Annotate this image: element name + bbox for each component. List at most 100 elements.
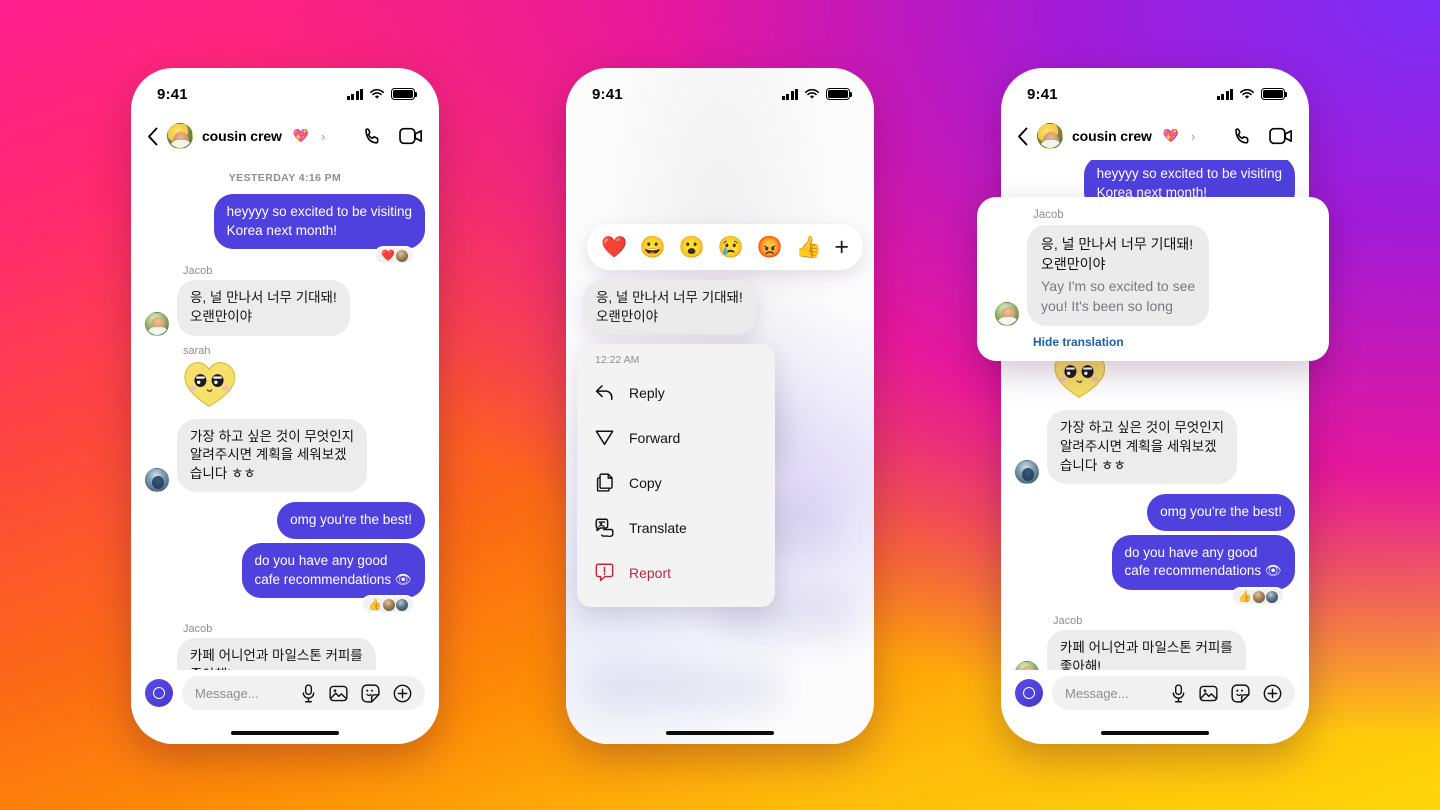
status-indicators [346,88,418,100]
add-plus-icon[interactable] [1263,684,1282,703]
photo-gallery-icon[interactable] [1199,684,1218,703]
avatar[interactable] [1037,123,1063,149]
message-list[interactable]: YESTERDAY 4:16 PM heyyyy so excited to b… [131,160,439,670]
reactor-avatar [396,598,408,611]
message-bubble[interactable]: do you have any good cafe recommendation… [241,543,425,599]
status-time: 9:41 [592,85,623,103]
reaction-pill-wrap: ❤️ [145,246,425,266]
menu-item-translate[interactable]: Translate [577,505,775,550]
forward-send-icon [595,428,614,447]
context-menu[interactable]: 12:22 AM Reply Forward Copy Translate Re… [577,344,775,607]
microphone-icon[interactable] [1171,683,1186,703]
message-row-in[interactable]: 카페 어니언과 마일스톤 커피를 좋아해! [145,638,425,670]
sender-label: Jacob [1033,209,1064,221]
sender-label: sarah [183,344,211,357]
message-input-placeholder[interactable]: Message... [1065,686,1158,701]
message-bubble[interactable]: 응, 널 만나서 너무 기대돼! 오랜만이야 [177,280,350,336]
status-time: 9:41 [1027,85,1058,103]
message-row-in[interactable]: 가장 하고 싶은 것이 무엇인지 알려주시면 계획을 세워보겠 습니다 ㅎㅎ [1015,410,1295,485]
message-bubble[interactable]: heyyyy so excited to be visiting Korea n… [213,194,425,250]
menu-item-label: Copy [629,474,662,491]
video-camera-icon[interactable] [1269,127,1293,145]
message-row-in[interactable]: 가장 하고 싶은 것이 무엇인지 알려주시면 계획을 세워보겠 습니다 ㅎㅎ [145,418,425,493]
avatar[interactable] [1015,661,1039,670]
message-input-placeholder[interactable]: Message... [195,686,288,701]
microphone-icon[interactable] [301,683,316,703]
back-chevron-icon[interactable] [147,127,158,146]
message-row-out[interactable]: omg you're the best! [1015,494,1295,531]
message-bubble[interactable]: do you have any good cafe recommendation… [1111,534,1295,590]
back-chevron-icon[interactable] [1017,127,1028,146]
message-bubble[interactable]: 카페 어니언과 마일스톤 커피를 좋아해! [1047,630,1246,670]
home-indicator [1101,730,1209,735]
copy-pages-icon [595,473,614,492]
hide-translation-link[interactable]: Hide translation [1033,335,1313,349]
sticker-icon[interactable] [361,683,380,703]
menu-item-copy[interactable]: Copy [577,460,775,505]
avatar[interactable] [995,302,1019,327]
signal-bars-icon [781,88,798,100]
sticker-icon[interactable] [1231,683,1250,703]
message-bubble[interactable]: omg you're the best! [1147,494,1295,531]
wifi-icon [1240,89,1254,99]
wifi-icon [805,89,819,99]
message-row-out[interactable]: do you have any good cafe recommendation… [145,543,425,599]
page-title: cousin crew [1072,128,1152,144]
reaction-option-thumbsup[interactable]: 👍 [795,237,821,258]
battery-icon [1261,88,1288,100]
camera-icon[interactable] [1015,679,1043,707]
status-badge[interactable]: 👍 [1231,587,1285,606]
phone-call-icon[interactable] [362,126,383,147]
chat-header: cousin crew 💖 › [1001,112,1309,160]
reaction-option-angry[interactable]: 😡 [757,237,783,258]
message-bubble[interactable]: 카페 어니언과 마일스톤 커피를 좋아해! [177,638,376,670]
message-bubble[interactable]: 응, 널 만나서 너무 기대돼! 오랜만이야 Yay I'm so excite… [1027,225,1210,327]
message-bubble[interactable]: 가장 하고 싶은 것이 무엇인지 알려주시면 계획을 세워보겠 습니다 ㅎㅎ [177,418,368,493]
message-row-in[interactable]: 카페 어니언과 마일스톤 커피를 좋아해! [1015,630,1295,670]
heart-face-sticker[interactable] [183,360,425,411]
phone-call-icon[interactable] [1232,126,1253,147]
translated-text: Yay I'm so excited to see you! It's been… [1041,278,1196,314]
avatar[interactable] [145,311,169,336]
reaction-option-heart[interactable]: ❤️ [601,237,627,258]
reaction-option-sad[interactable]: 😢 [718,237,744,258]
message-row-out[interactable]: do you have any good cafe recommendation… [1015,534,1295,590]
translation-card[interactable]: Jacob 응, 널 만나서 너무 기대돼! 오랜만이야 Yay I'm so … [977,197,1329,362]
message-bubble[interactable]: 가장 하고 싶은 것이 무엇인지 알려주시면 계획을 세워보겠 습니다 ㅎㅎ [1047,410,1238,485]
avatar[interactable] [167,123,193,149]
chat-screen-context-menu: 9:41 ❤️ 😀 😮 😢 😡 👍 + 응, 널 만나서 너무 기대돼! 오랜만… [566,68,874,744]
message-row-out[interactable]: heyyyy so excited to be visiting Korea n… [145,194,425,250]
translated-message-row: 응, 널 만나서 너무 기대돼! 오랜만이야 Yay I'm so excite… [995,225,1313,327]
menu-item-reply[interactable]: Reply [577,370,775,415]
message-row-in[interactable]: 응, 널 만나서 너무 기대돼! 오랜만이야 [145,280,425,336]
reactor-avatar [1266,590,1278,603]
status-badge[interactable]: ❤️ [374,246,415,266]
avatar[interactable] [1015,460,1039,485]
chevron-right-icon[interactable]: › [321,129,325,144]
day-timestamp: YESTERDAY 4:16 PM [228,172,342,184]
menu-item-label: Report [629,564,672,581]
original-text: 응, 널 만나서 너무 기대돼! 오랜만이야 [1041,236,1194,272]
menu-item-report[interactable]: Report [577,550,775,595]
wifi-icon [370,89,384,99]
search-input[interactable]: Message... [1052,676,1295,710]
status-badge[interactable]: 👍 [361,595,415,615]
avatar[interactable] [145,468,169,493]
reaction-pill-wrap: 👍 [145,595,425,615]
menu-item-forward[interactable]: Forward [577,415,775,460]
message-row-out[interactable]: omg you're the best! [145,502,425,539]
add-reaction-plus-icon[interactable]: + [834,234,849,260]
reaction-option-wow[interactable]: 😮 [679,237,705,258]
chevron-right-icon[interactable]: › [1191,129,1195,144]
reaction-option-grin[interactable]: 😀 [640,237,666,258]
focused-message-bubble[interactable]: 응, 널 만나서 너무 기대돼! 오랜만이야 [583,280,756,336]
menu-item-label: Forward [629,429,681,446]
reaction-picker[interactable]: ❤️ 😀 😮 😢 😡 👍 + [587,224,863,270]
search-input[interactable]: Message... [182,676,425,710]
photo-gallery-icon[interactable] [329,684,348,703]
camera-icon[interactable] [145,679,173,707]
add-plus-icon[interactable] [393,684,412,703]
message-bubble[interactable]: omg you're the best! [277,502,425,539]
video-camera-icon[interactable] [399,127,423,145]
reaction-emoji: 👍 [368,599,382,612]
